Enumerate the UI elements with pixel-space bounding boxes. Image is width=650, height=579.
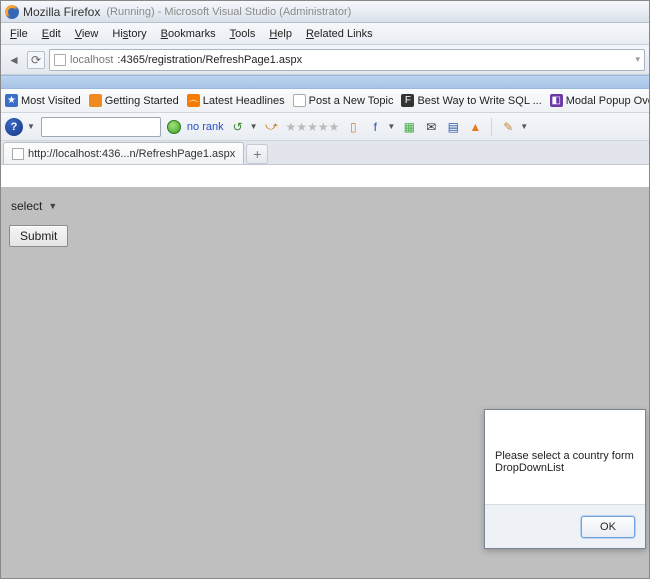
alert-dialog: Please select a country form DropDownLis… (484, 409, 646, 549)
wrench-icon[interactable]: ✎ (500, 119, 516, 135)
alert-body: Please select a country form DropDownLis… (485, 410, 645, 504)
address-path: :4365/registration/RefreshPage1.aspx (117, 54, 302, 66)
chevron-down-icon[interactable]: ▼ (250, 122, 258, 131)
nav-toolbar: ◄ ⟳ localhost :4365/registration/RefreshP… (1, 45, 649, 75)
mail-icon[interactable]: ✉ (423, 119, 439, 135)
tab-active[interactable]: http://localhost:436...n/RefreshPage1.as… (3, 142, 244, 164)
alert-footer: OK (485, 504, 645, 548)
globe-icon[interactable] (167, 120, 181, 134)
firefox-icon (5, 5, 19, 19)
page-icon: F (401, 94, 414, 107)
tab-title: http://localhost:436...n/RefreshPage1.as… (28, 148, 235, 160)
menu-tools[interactable]: Tools (223, 26, 263, 42)
bookmark-latest-headlines[interactable]: ෴Latest Headlines (187, 94, 285, 107)
firefox-icon (89, 94, 102, 107)
bookmark-best-way-sql[interactable]: FBest Way to Write SQL ... (401, 94, 541, 107)
bookmarks-toolbar: ★Most Visited Getting Started ෴Latest He… (1, 89, 649, 113)
site-identity-icon[interactable] (54, 54, 66, 66)
page-icon (12, 148, 24, 160)
toolbar-info-icon[interactable]: ? (5, 118, 23, 136)
bookmark-icon: ★ (5, 94, 18, 107)
chevron-down-icon[interactable]: ▼ (520, 122, 528, 131)
back-button[interactable]: ◄ (5, 51, 23, 69)
submit-button[interactable]: Submit (9, 225, 68, 247)
menu-related-links[interactable]: Related Links (299, 26, 380, 42)
submit-label: Submit (20, 229, 57, 243)
address-bar[interactable]: localhost :4365/registration/RefreshPage1… (49, 49, 645, 71)
page-icon: ◧ (550, 94, 563, 107)
bookmark-most-visited[interactable]: ★Most Visited (5, 94, 81, 107)
reload-button[interactable]: ⟳ (27, 51, 45, 69)
address-right-icons: ▾ (635, 54, 640, 65)
chevron-down-icon: ▼ (48, 201, 57, 211)
window-titlebar: Mozilla Firefox (Running) - Microsoft Vi… (1, 1, 649, 23)
chevron-down-icon[interactable]: ▼ (387, 122, 395, 131)
menu-bar: File Edit View History Bookmarks Tools H… (1, 23, 649, 45)
save-icon[interactable]: ▤ (445, 119, 461, 135)
bookmark-modal-popup[interactable]: ◧Modal Popup Overlay ... (550, 94, 649, 107)
menu-edit[interactable]: Edit (35, 26, 68, 42)
flame-icon[interactable]: ▲ (467, 119, 483, 135)
chevron-down-icon[interactable]: ▼ (27, 122, 35, 131)
page-icon (293, 94, 306, 107)
menu-file[interactable]: File (3, 26, 35, 42)
tool-icon-1[interactable]: ↺ (230, 119, 246, 135)
facebook-icon[interactable]: f (367, 119, 383, 135)
alert-message: Please select a country form DropDownLis… (495, 450, 634, 474)
rss-icon: ෴ (187, 94, 200, 107)
menu-view[interactable]: View (68, 26, 106, 42)
google-icon[interactable]: ▦ (401, 119, 417, 135)
menu-history[interactable]: History (105, 26, 153, 42)
tab-strip: http://localhost:436...n/RefreshPage1.as… (1, 141, 649, 165)
seo-toolbar: ? ▼ no rank ↺ ▼ ⤻ ★★★★★ ▯ f ▼ ▦ ✉ ▤ ▲ ✎ ▼ (1, 113, 649, 141)
window-title: Mozilla Firefox (23, 5, 100, 19)
separator (491, 118, 492, 136)
dropdown-selected-label: select (11, 199, 42, 213)
ok-button[interactable]: OK (581, 516, 635, 538)
address-host: localhost (70, 54, 113, 66)
tool-icon-2[interactable]: ⤻ (264, 119, 280, 135)
book-icon[interactable]: ▯ (345, 119, 361, 135)
dropdown-history-icon[interactable]: ▾ (635, 54, 640, 65)
toolbar-search-input[interactable] (41, 117, 161, 137)
new-tab-button[interactable]: + (246, 144, 268, 164)
rating-stars[interactable]: ★★★★★ (286, 120, 340, 134)
ok-label: OK (600, 521, 616, 533)
bookmark-post-new-topic[interactable]: Post a New Topic (293, 94, 394, 107)
bookmark-getting-started[interactable]: Getting Started (89, 94, 179, 107)
menu-help[interactable]: Help (262, 26, 299, 42)
country-dropdown[interactable]: select ▼ (11, 199, 57, 213)
window-subtitle: (Running) - Microsoft Visual Studio (Adm… (106, 6, 351, 18)
menu-bookmarks[interactable]: Bookmarks (154, 26, 223, 42)
aero-strip (1, 75, 649, 89)
norank-label[interactable]: no rank (187, 121, 224, 133)
